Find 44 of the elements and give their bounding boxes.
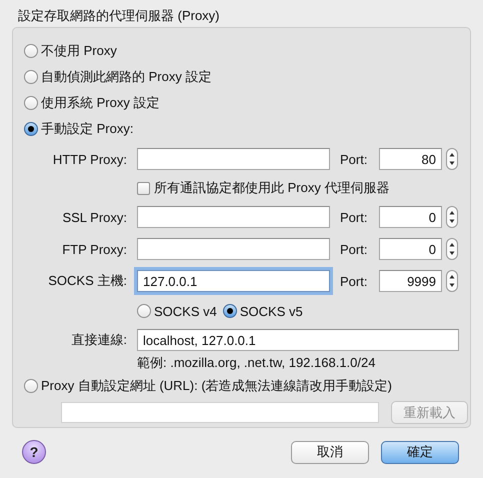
text-field[interactable]	[137, 148, 330, 170]
stepper-button[interactable]	[446, 206, 458, 228]
text-field[interactable]: 127.0.0.1	[137, 270, 330, 292]
field-label: Port:	[340, 274, 368, 288]
field-label: FTP Proxy:	[61, 242, 127, 256]
option-label[interactable]: SOCKS v5	[240, 304, 303, 318]
field-label: SOCKS 主機:	[47, 272, 127, 290]
port-field[interactable]: 0	[379, 206, 442, 228]
radio-button[interactable]	[24, 44, 38, 58]
text-field[interactable]: localhost, 127.0.0.1	[137, 329, 459, 351]
cancel-button[interactable]: 取消	[291, 440, 369, 464]
ok-button[interactable]: 確定	[381, 440, 459, 464]
option-label[interactable]: 所有通訊協定都使用此 Proxy 代理伺服器	[154, 179, 390, 197]
radio-button[interactable]	[24, 122, 38, 136]
option-label[interactable]: 手動設定 Proxy:	[41, 120, 134, 138]
field-label: Port:	[340, 242, 368, 256]
field-label: Port:	[340, 152, 368, 166]
option-label[interactable]: SOCKS v4	[154, 304, 217, 318]
stepper-button[interactable]	[446, 238, 458, 260]
option-label[interactable]: 使用系統 Proxy 設定	[41, 94, 160, 112]
hint-text: 範例: .mozilla.org, .net.tw, 192.168.1.0/24	[137, 356, 376, 370]
url-field[interactable]	[61, 402, 379, 423]
radio-button[interactable]	[24, 96, 38, 110]
radio-button[interactable]	[24, 70, 38, 84]
field-label: HTTP Proxy:	[52, 152, 127, 166]
port-field[interactable]: 80	[379, 148, 442, 170]
radio-button[interactable]	[222, 304, 237, 318]
stepper-button[interactable]	[446, 148, 458, 170]
port-field[interactable]: 9999	[379, 270, 442, 292]
stepper-button[interactable]	[446, 270, 458, 292]
help-button[interactable]: ?	[22, 440, 46, 464]
text-field[interactable]	[137, 206, 330, 228]
radio-button[interactable]	[24, 379, 38, 393]
checkbox[interactable]	[137, 182, 150, 194]
field-label: Port:	[340, 210, 368, 224]
option-label[interactable]: Proxy 自動設定網址 (URL): (若造成無法連線請改用手動設定)	[41, 377, 392, 395]
section-title: 設定存取網路的代理伺服器 (Proxy)	[18, 7, 220, 24]
option-label[interactable]: 不使用 Proxy	[41, 42, 117, 60]
radio-button[interactable]	[137, 304, 151, 318]
option-label[interactable]: 自動偵測此網路的 Proxy 設定	[41, 68, 212, 86]
port-field[interactable]: 0	[379, 238, 442, 260]
text-field[interactable]	[137, 238, 330, 260]
field-label: SSL Proxy:	[61, 210, 127, 224]
field-label: 直接連線:	[70, 331, 127, 349]
